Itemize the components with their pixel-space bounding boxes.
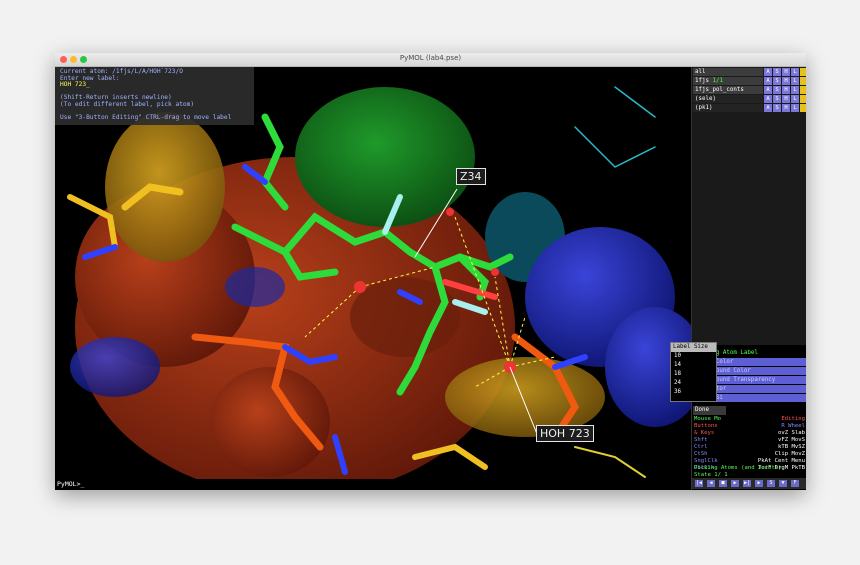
object-name[interactable]: (pk1) — [693, 104, 763, 112]
object-row-1fjs[interactable]: 1fjs 1/1 A S H L — [693, 77, 806, 85]
object-name-text: 1fjs_pol_conts — [695, 87, 744, 93]
prompt-lines: Current atom: /1fjs/L/A/HOH`723/O Enter n… — [60, 68, 249, 122]
molecule-render — [55, 67, 691, 479]
mouse-mode-binding: R Wheel — [781, 423, 805, 429]
mouse-mode-binding: Clip MovZ — [774, 451, 805, 457]
mouse-mode-label: SnglClk — [694, 458, 718, 464]
hide-button[interactable]: H — [782, 95, 790, 103]
mouse-mode-label: Buttons — [694, 423, 718, 429]
play-button[interactable]: ▶ — [731, 480, 739, 487]
label-button[interactable]: L — [791, 95, 799, 103]
label-size-option[interactable]: 14 — [671, 361, 716, 370]
label-button[interactable]: L — [791, 68, 799, 76]
wizard-done-button[interactable]: Done — [693, 406, 726, 415]
object-name[interactable]: 1fjs_pol_conts — [693, 86, 763, 94]
label-button[interactable]: L — [791, 77, 799, 85]
mouse-mode-label: CtSh — [694, 451, 708, 457]
action-button[interactable]: A — [764, 86, 772, 94]
scene-button[interactable]: S — [767, 480, 775, 487]
step-button[interactable]: ▶ — [755, 480, 763, 487]
prompt-line: HOH 723_ — [60, 81, 90, 89]
label-size-option[interactable]: 18 — [671, 370, 716, 379]
picking-mode[interactable]: Picking Atoms (and Joints) — [694, 465, 782, 472]
object-row-sele[interactable]: (sele) A S H L — [693, 95, 806, 103]
color-button[interactable] — [800, 86, 806, 94]
action-button[interactable]: A — [764, 95, 772, 103]
label-size-header: Label Size — [671, 343, 716, 352]
label-hoh-723[interactable]: HOH 723 — [536, 425, 594, 442]
prompt-line: (To edit different label, pick atom) — [60, 100, 195, 108]
mouse-mode-label: Mouse Mo — [694, 416, 721, 422]
show-button[interactable]: S — [773, 86, 781, 94]
movie-navigation-bar: |◀ ◀ ■ ▶ ▶| ▶ S ▼ F — [692, 478, 806, 489]
object-name[interactable]: 1fjs 1/1 — [693, 77, 763, 85]
hide-button[interactable]: H — [782, 86, 790, 94]
label-z34[interactable]: Z34 — [456, 168, 486, 185]
command-line[interactable]: PyMOL>_ — [55, 479, 691, 490]
full-screen-button[interactable]: F — [791, 480, 799, 487]
action-button[interactable]: A — [764, 68, 772, 76]
hide-button[interactable]: H — [782, 77, 790, 85]
show-button[interactable]: S — [773, 104, 781, 112]
pymol-window: PyMOL (lab4.pse) Current atom: /1fjs/L/A… — [55, 53, 806, 490]
label-button[interactable]: L — [791, 86, 799, 94]
mouse-mode-panel: Mouse Mo Buttons & Keys Shft Ctrl CtSh SnglClk… — [692, 416, 806, 478]
label-size-option[interactable]: 10 — [671, 352, 716, 361]
mouse-mode-binding: PkAt Cent Menu — [757, 458, 805, 464]
3d-viewport[interactable]: Current atom: /1fjs/L/A/HOH`723/O Enter n… — [55, 67, 691, 479]
color-button[interactable] — [800, 77, 806, 85]
object-name-text: 1fjs — [695, 78, 709, 84]
mouse-mode-binding: Editing — [781, 416, 805, 422]
object-control-panel: all A S H L 1fjs 1/1 A S H L 1fjs_pol_conts A S H L (se… — [691, 67, 806, 490]
mouse-mode-binding: ovZ Slab — [778, 430, 805, 436]
window-title: PyMOL (lab4.pse) — [399, 54, 462, 62]
color-button[interactable] — [800, 68, 806, 76]
mouse-mode-label: Shft — [694, 437, 708, 443]
label-button[interactable]: L — [791, 104, 799, 112]
object-name[interactable]: (sele) — [693, 95, 763, 103]
stop-button[interactable]: ■ — [719, 480, 727, 487]
object-row-pk1[interactable]: (pk1) A S H L — [693, 104, 806, 112]
label-size-dropdown[interactable]: Label Size 10 14 18 24 36 — [670, 342, 717, 402]
forward-end-button[interactable]: ▶| — [743, 480, 751, 487]
label-size-option[interactable]: 36 — [671, 388, 716, 397]
object-name-text: all — [695, 69, 706, 75]
rewind-button[interactable]: |◀ — [695, 480, 703, 487]
hide-button[interactable]: H — [782, 68, 790, 76]
hide-button[interactable]: H — [782, 104, 790, 112]
action-button[interactable]: A — [764, 104, 772, 112]
show-button[interactable]: S — [773, 68, 781, 76]
prompt-line: Use "3-Button Editing" CTRL-drag to move… — [60, 114, 232, 122]
title-bar: PyMOL (lab4.pse) — [55, 53, 806, 67]
object-row-all[interactable]: all A S H L — [693, 68, 806, 76]
label-prompt-overlay: Current atom: /1fjs/L/A/HOH`723/O Enter n… — [55, 67, 254, 125]
object-name-text: (pk1) — [695, 105, 713, 111]
object-name-text: (sele) — [695, 96, 716, 102]
color-button[interactable] — [800, 104, 806, 112]
mouse-mode-binding: kTB MvSZ — [778, 444, 805, 450]
mouse-mode-label: & Keys — [694, 430, 715, 436]
back-button[interactable]: ◀ — [707, 480, 715, 487]
show-button[interactable]: S — [773, 95, 781, 103]
show-button[interactable]: S — [773, 77, 781, 85]
label-size-option[interactable]: 24 — [671, 379, 716, 388]
mouse-mode-binding: vFZ MovS — [778, 437, 805, 443]
mouse-mode-label: Ctrl — [694, 444, 708, 450]
object-list: all A S H L 1fjs 1/1 A S H L 1fjs_pol_conts A S H L (se… — [692, 67, 806, 345]
action-button[interactable]: A — [764, 77, 772, 85]
color-button[interactable] — [800, 95, 806, 103]
object-row-1fjs_pol_conts[interactable]: 1fjs_pol_conts A S H L — [693, 86, 806, 94]
object-name[interactable]: all — [693, 68, 763, 76]
object-state-count: 1/1 — [708, 78, 723, 84]
menu-button[interactable]: ▼ — [779, 480, 787, 487]
